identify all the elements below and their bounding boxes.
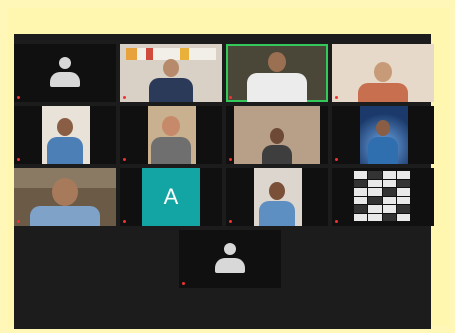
participant-face [163,59,179,77]
mic-muted-icon [17,158,20,162]
participant-name [17,95,22,100]
mic-muted-icon [123,220,126,224]
participant-name [123,219,128,224]
participant-name [17,157,22,162]
participant-name [335,157,340,162]
mic-muted-icon [229,158,232,162]
mic-muted-icon [17,96,20,100]
letter-avatar: A [142,168,200,226]
participant-face [269,182,285,200]
participant-tile-11[interactable] [226,168,328,226]
participant-body [149,78,193,102]
participant-body [247,73,307,102]
mic-muted-icon [229,96,232,100]
participant-face [376,120,390,136]
participant-face [268,52,286,72]
mic-muted-icon [182,282,185,286]
participant-body [358,83,408,102]
participant-face [162,116,180,136]
participant-name [182,281,187,286]
participant-tile-4[interactable] [332,44,434,102]
participant-body [151,137,191,164]
shared-screen-thumbnail [354,171,410,221]
participant-face [52,178,78,206]
participant-name [123,95,128,100]
mic-muted-icon [335,158,338,162]
mic-muted-icon [229,220,232,224]
participant-tile-3-active-speaker[interactable] [226,44,328,102]
mic-muted-icon [335,96,338,100]
participant-body [259,201,295,226]
participant-tile-1[interactable] [14,44,116,102]
mic-muted-icon [335,220,338,224]
participant-tile-2[interactable] [120,44,222,102]
participant-tile-6[interactable] [120,106,222,164]
participant-tile-12-screen[interactable] [332,168,434,226]
participant-name [229,157,234,162]
participant-tile-7[interactable] [226,106,328,164]
gallery-view: A [14,34,434,329]
user-avatar-icon [50,57,80,89]
participant-name [123,157,128,162]
participant-body [368,137,398,164]
participant-name [335,95,340,100]
participant-tile-10[interactable]: A [120,168,222,226]
participant-tile-9[interactable] [14,168,116,226]
mic-muted-icon [123,158,126,162]
participant-tile-13[interactable] [179,230,281,288]
participant-body [262,145,292,164]
participant-face [57,118,73,136]
participant-tile-5[interactable] [14,106,116,164]
participant-name [335,219,340,224]
participant-name [17,219,22,224]
participant-tile-8[interactable] [332,106,434,164]
participant-name [229,219,234,224]
mic-muted-icon [17,220,20,224]
participant-body [47,137,83,164]
participant-face [270,128,284,144]
participant-name [229,95,234,100]
participant-face [374,62,392,82]
user-avatar-icon [215,243,245,275]
mic-muted-icon [123,96,126,100]
participant-body [30,206,100,226]
